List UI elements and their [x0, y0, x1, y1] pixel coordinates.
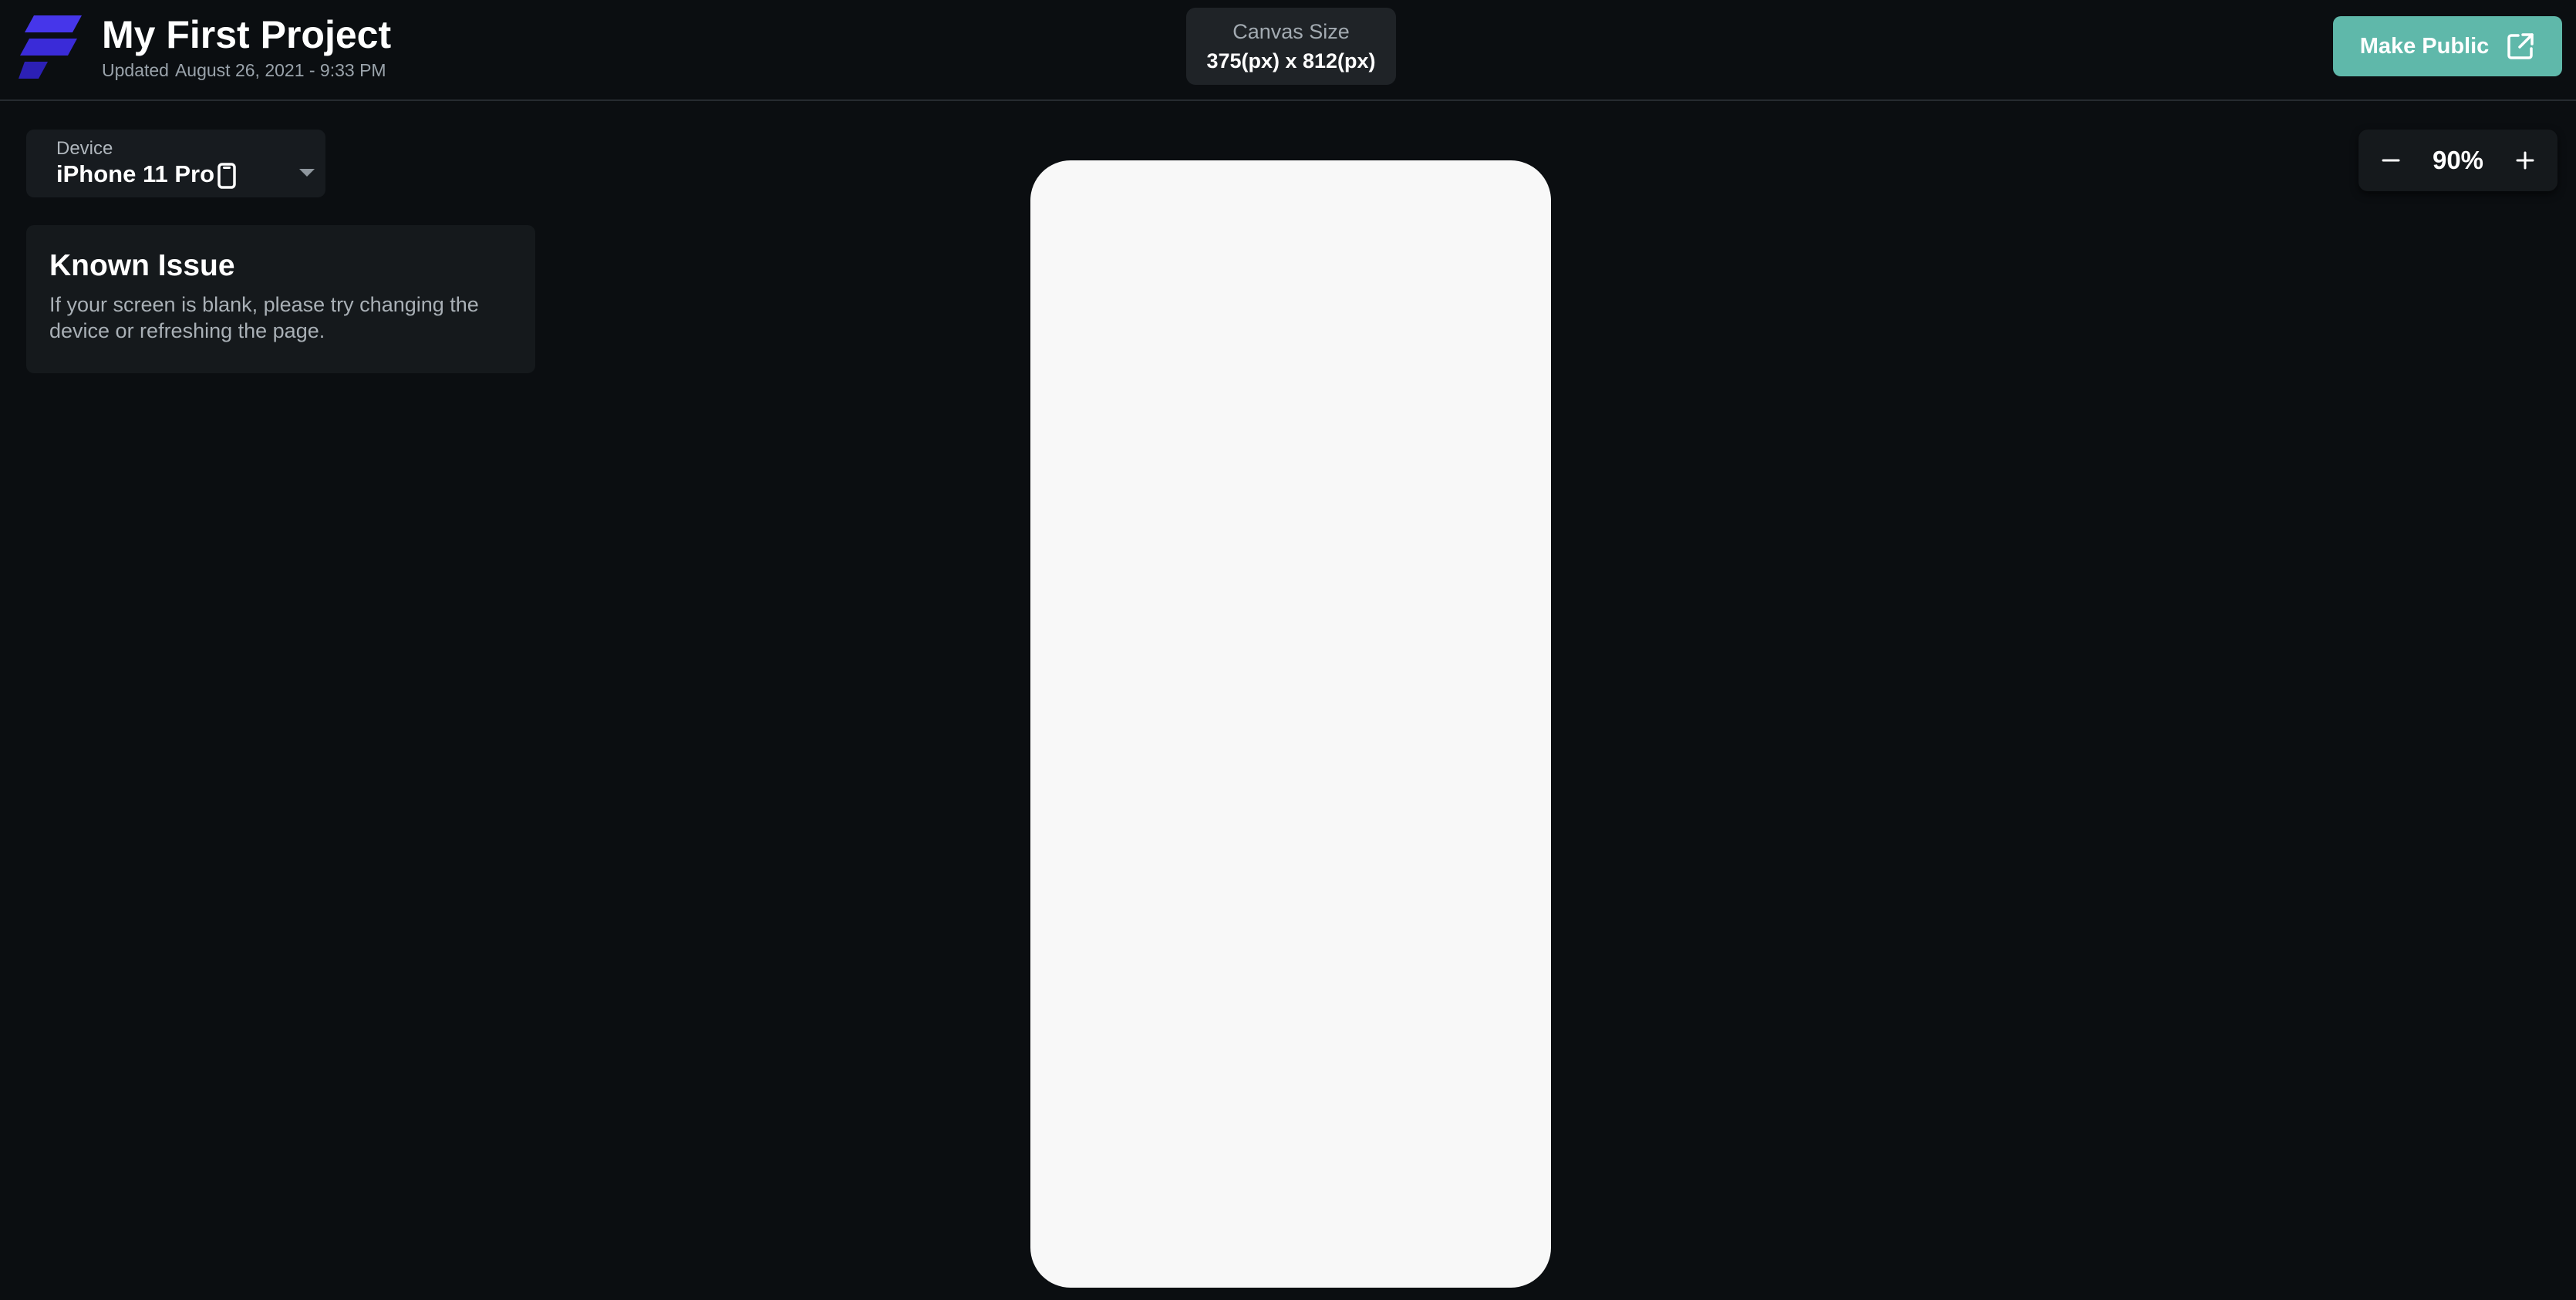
canvas-size-indicator: Canvas Size 375(px) x 812(px) [1186, 8, 1396, 85]
device-select[interactable]: Device iPhone 11 Pro [26, 130, 325, 197]
updated-date: August 26, 2021 - 9:33 PM [174, 60, 386, 80]
project-title-block: My First Project Updated August 26, 2021 … [102, 11, 391, 82]
canvas-size-value: 375(px) x 812(px) [1206, 49, 1376, 72]
minus-icon [2382, 159, 2400, 162]
last-updated: Updated August 26, 2021 - 9:33 PM [102, 59, 391, 82]
make-public-button[interactable]: Make Public [2333, 16, 2562, 76]
known-issue-title: Known Issue [49, 249, 235, 282]
phone-icon [217, 163, 236, 189]
top-header: My First Project Updated August 26, 2021 … [0, 0, 2576, 101]
make-public-label: Make Public [2359, 33, 2490, 59]
plus-icon [2516, 151, 2534, 170]
external-link-icon [2507, 33, 2534, 59]
zoom-in-button[interactable] [2507, 142, 2544, 179]
app-root: My First Project Updated August 26, 2021 … [0, 0, 2576, 1300]
device-select-label: Device [56, 138, 113, 159]
chevron-down-icon [299, 169, 315, 177]
known-issue-text: If your screen is blank, please try chan… [49, 293, 479, 342]
app-logo-icon[interactable] [19, 15, 82, 79]
device-canvas[interactable] [1030, 160, 1551, 1288]
zoom-level: 90% [2432, 146, 2484, 174]
updated-prefix: Updated [102, 60, 169, 80]
zoom-out-button[interactable] [2372, 142, 2409, 179]
zoom-control: 90% [2359, 130, 2557, 191]
canvas-size-label: Canvas Size [1232, 20, 1350, 43]
project-title[interactable]: My First Project [102, 11, 391, 59]
known-issue-card: Known Issue If your screen is blank, ple… [26, 225, 535, 373]
device-select-value: iPhone 11 Pro [56, 160, 215, 187]
